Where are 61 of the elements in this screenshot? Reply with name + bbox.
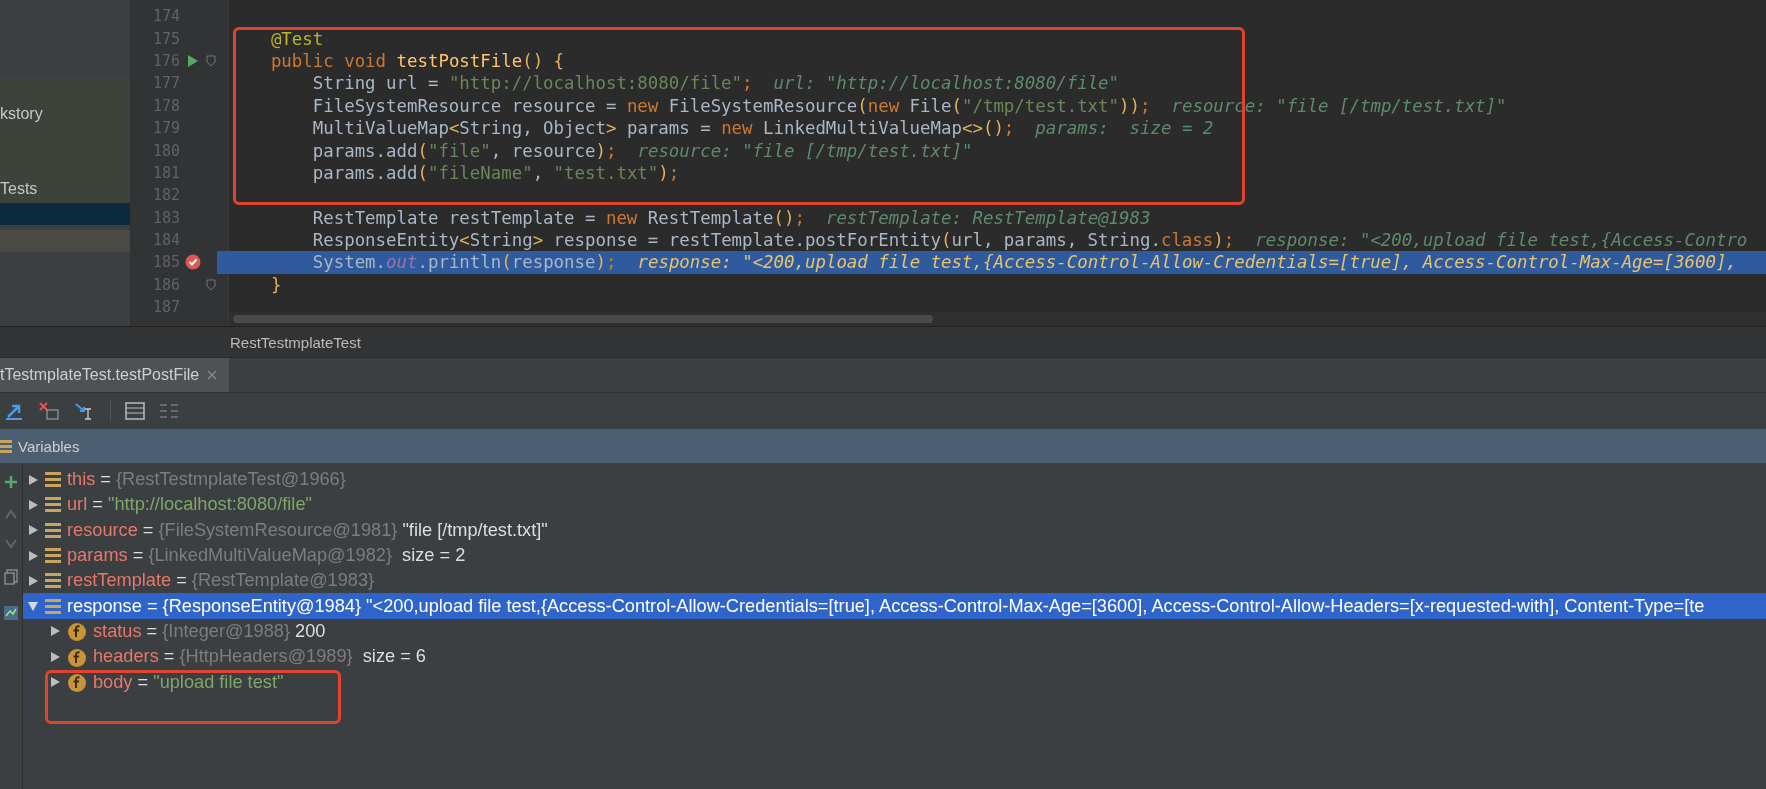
variable-row[interactable]: response = {ResponseEntity@1984} "<200,upload file test,{Access-Control-Allow-Credentials=[true], Access-Control-Max-Age=[3600], Access-Control-Allow-Headers=[x-requested-with], Content-Type=[te bbox=[23, 593, 1766, 619]
code-line: } bbox=[269, 274, 282, 295]
code-line: FileSystemResource resource = new FileSystemResource(new File("/tmp/test.txt")); bbox=[311, 95, 1151, 116]
code-line: System.out.println(response); bbox=[311, 252, 617, 273]
table-icon[interactable] bbox=[125, 402, 145, 420]
expand-arrow-icon[interactable] bbox=[49, 676, 61, 688]
expand-arrow-icon[interactable] bbox=[49, 650, 61, 663]
variable-text: status = {Integer@1988} 200 bbox=[93, 620, 326, 642]
project-tree-item[interactable]: kstory bbox=[0, 94, 130, 134]
variables-title: Variables bbox=[18, 437, 80, 455]
fold-icon[interactable] bbox=[206, 278, 216, 291]
code-line: params.add("file", resource); bbox=[311, 140, 617, 161]
variable-icon bbox=[45, 522, 61, 538]
field-icon bbox=[67, 646, 87, 667]
expand-arrow-icon[interactable] bbox=[49, 625, 61, 638]
variable-text: this = {RestTestmplateTest@1966} bbox=[67, 469, 346, 491]
breadcrumb[interactable]: RestTestmplateTest bbox=[230, 333, 361, 351]
inline-debug-value: resource: "file [/tmp/test.txt]" bbox=[637, 140, 973, 161]
expand-arrow-icon[interactable] bbox=[27, 574, 39, 587]
expand-arrow-icon[interactable] bbox=[27, 549, 39, 562]
fold-icon[interactable] bbox=[206, 54, 216, 67]
variable-icon bbox=[45, 497, 61, 513]
expand-arrow-icon[interactable] bbox=[27, 498, 39, 511]
variable-text: params = {LinkedMultiValueMap@1982} size = 2 bbox=[67, 545, 466, 567]
expand-arrow-icon[interactable] bbox=[27, 473, 39, 486]
horizontal-scrollbar[interactable] bbox=[229, 312, 1766, 326]
code-line: RestTemplate restTemplate = new RestTemplate(); bbox=[311, 207, 805, 228]
code-line: public void testPostFile() { bbox=[269, 50, 565, 71]
field-icon bbox=[67, 672, 87, 692]
copy-icon[interactable] bbox=[4, 569, 18, 585]
inline-debug-value: response: "<200,upload file test,{Access-Contro bbox=[1255, 230, 1748, 251]
inline-debug-value: url: "http://localhost:8080/file" bbox=[773, 73, 1120, 94]
project-tree-item[interactable]: Tests bbox=[0, 175, 130, 203]
watch-icon[interactable] bbox=[3, 605, 19, 621]
code-line: params.add("fileName", "test.txt"); bbox=[311, 162, 680, 183]
variable-text: body = "upload file test" bbox=[93, 671, 284, 693]
variable-text: url = "http://localhost:8080/file" bbox=[67, 494, 312, 516]
variable-icon bbox=[45, 573, 61, 589]
plus-icon[interactable] bbox=[4, 475, 18, 489]
variable-text: response = {ResponseEntity@1984} "<200,upload file test,{Access-Control-Allow-Credentials=[true], Access-Control-Max-Age=[3600], Access-Control-Allow-Headers=[x-requested-with], Content-Type=[te bbox=[67, 595, 1705, 617]
code-line: ResponseEntity<String> response = restTemplate.postForEntity(url, params, String.class); bbox=[311, 230, 1235, 251]
debug-session-tab[interactable]: tTestmplateTest.testPostFile bbox=[0, 358, 230, 392]
run-icon[interactable] bbox=[187, 53, 199, 68]
breakpoint-icon[interactable] bbox=[185, 254, 201, 271]
variable-icon bbox=[45, 472, 61, 488]
inline-debug-value: params: size = 2 bbox=[1035, 118, 1214, 139]
variable-text: restTemplate = {RestTemplate@1983} bbox=[67, 570, 375, 592]
code-line: String url = "http://localhost:8080/file"; bbox=[311, 73, 753, 94]
code-line: MultiValueMap<String, Object> params = new LinkedMultiValueMap<>(); bbox=[311, 118, 1015, 139]
expand-arrow-icon[interactable] bbox=[27, 524, 39, 537]
variable-text: headers = {HttpHeaders@1989} size = 6 bbox=[93, 646, 426, 668]
field-icon bbox=[67, 621, 87, 642]
variable-text: resource = {FileSystemResource@1981} "file [/tmp/test.txt]" bbox=[67, 519, 548, 541]
variables-icon bbox=[0, 439, 12, 453]
variable-icon bbox=[45, 598, 61, 614]
inline-debug-value: restTemplate: RestTemplate@1983 bbox=[825, 207, 1151, 228]
inline-debug-value: response: "<200,upload file test,{Access-Control-Allow-Credentials=[true], Access-Control-Max-Age=[3600], bbox=[637, 252, 1737, 273]
drop-frame-icon[interactable] bbox=[38, 401, 60, 421]
variable-icon bbox=[45, 548, 61, 564]
code-line: @Test bbox=[269, 28, 324, 49]
collapse-arrow-icon[interactable] bbox=[27, 600, 39, 613]
